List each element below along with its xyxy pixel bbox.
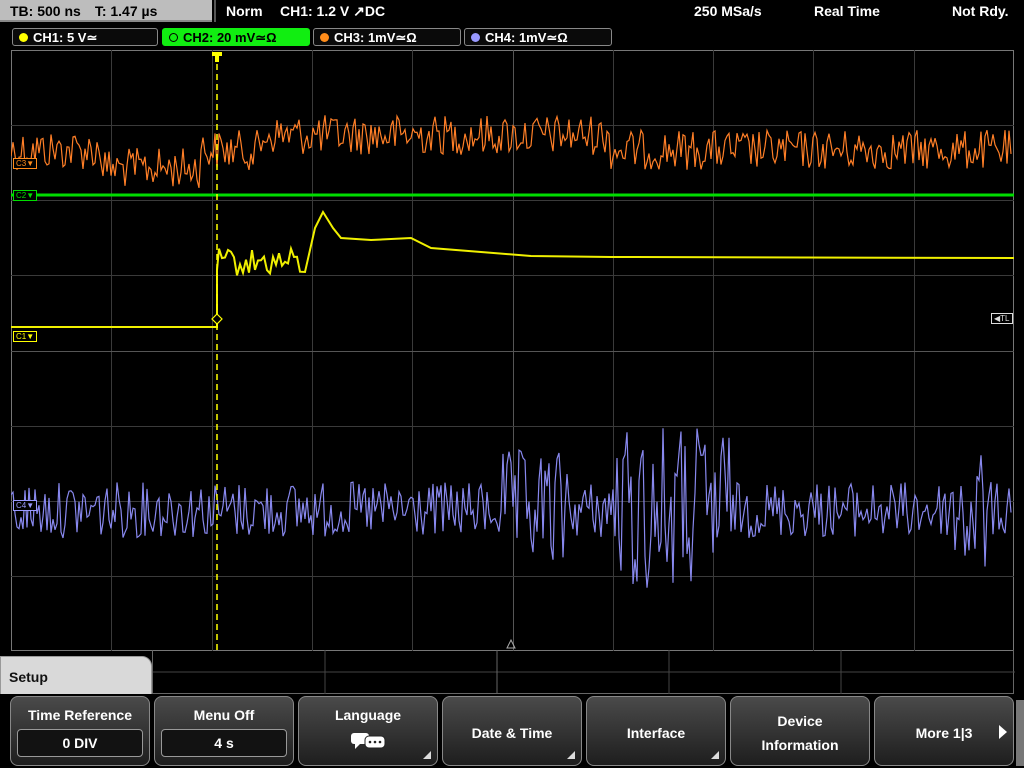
channel-bar: CH1: 5 V≃ CH2: 20 mV≃Ω CH3: 1mV≃Ω CH4: 1… [0,26,1024,48]
date-time-button[interactable]: Date & Time [442,696,582,766]
language-label: Language [334,707,402,723]
submenu-corner-icon [711,751,719,759]
menu-title-tab: Setup [0,656,152,696]
ch2-dot-icon [169,33,178,42]
submenu-corner-icon [423,751,431,759]
channel-tab-ch1[interactable]: CH1: 5 V≃ [12,28,158,46]
time-reference-label: Time Reference [27,707,132,723]
ch1-label: CH1: 5 V≃ [33,30,98,45]
ch4-dot-icon [471,33,480,42]
device-information-button[interactable]: Device Information [730,696,870,766]
channel-tab-ch3[interactable]: CH3: 1mV≃Ω [313,28,461,46]
interface-button[interactable]: Interface [586,696,726,766]
acquisition-mode: Real Time [814,3,880,19]
ch3-dot-icon [320,33,329,42]
timebase-box[interactable]: TB: 500 ns T: 1.47 µs [0,0,212,22]
menu-off-value: 4 s [161,729,287,757]
menu-scrollbar[interactable] [1016,700,1024,766]
device-information-label-line1: Device [777,713,823,729]
run-state: Not Rdy. [952,3,1009,19]
sample-rate: 250 MSa/s [694,3,762,19]
trigger-source[interactable]: CH1: 1.2 V ↗DC [280,0,385,22]
channel-tab-ch2[interactable]: CH2: 20 mV≃Ω [162,28,310,46]
ch1-waveform [11,209,1014,328]
date-time-label: Date & Time [471,725,553,741]
trigger-time-value: T: 1.47 µs [94,3,158,19]
status-separator [214,0,216,22]
ch2-label: CH2: 20 mV≃Ω [183,30,277,45]
menu-off-label: Menu Off [193,707,255,723]
trigger-level-marker[interactable]: ◀TL [991,313,1013,324]
ch1-marker-label: C1 [16,332,27,341]
menu-title: Setup [9,669,48,685]
ch4-marker-label: C4 [16,501,27,510]
more-button[interactable]: More 1|3 [874,696,1014,766]
menu-info-area [152,650,1015,694]
softkey-bar: Time Reference 0 DIV Menu Off 4 s Langua… [0,694,1024,768]
ch2-marker-label: C2 [16,191,27,200]
menu-off-button[interactable]: Menu Off 4 s [154,696,294,766]
timebase-value: TB: 500 ns [10,3,81,19]
device-information-label-line2: Information [761,737,839,753]
time-reference-value: 0 DIV [17,729,143,757]
waveform-display[interactable]: C3▼ C2▼ C1▼ C4▼ ◀TL [11,50,1014,651]
trigger-mode[interactable]: Norm [226,0,263,22]
ch1-marker[interactable]: C1▼ [13,331,38,342]
language-button[interactable]: Language [298,696,438,766]
time-reference-button[interactable]: Time Reference 0 DIV [10,696,150,766]
ch4-marker[interactable]: C4▼ [13,500,38,511]
waveform-graticule [11,50,1014,651]
submenu-corner-icon [567,751,575,759]
trigger-level-label: TL [1000,314,1010,323]
trigger-position-icon [212,52,222,62]
status-bar: TB: 500 ns T: 1.47 µs Norm CH1: 1.2 V ↗DC… [0,0,1024,24]
ch4-waveform [11,428,1012,588]
speech-bubbles-icon [351,733,386,749]
channel-tab-ch4[interactable]: CH4: 1mV≃Ω [464,28,612,46]
interface-label: Interface [626,725,686,741]
ch3-label: CH3: 1mV≃Ω [334,30,417,45]
ch3-marker[interactable]: C3▼ [13,158,38,169]
ch2-marker[interactable]: C2▼ [13,190,38,201]
menu-info-grid [153,650,1015,694]
ch3-waveform [11,113,1012,188]
ch1-dot-icon [19,33,28,42]
more-label: More 1|3 [915,725,973,741]
ch3-marker-label: C3 [16,159,27,168]
right-arrow-icon [999,725,1007,739]
ch4-label: CH4: 1mV≃Ω [485,30,568,45]
trigger-level-diamond-icon [211,313,223,325]
